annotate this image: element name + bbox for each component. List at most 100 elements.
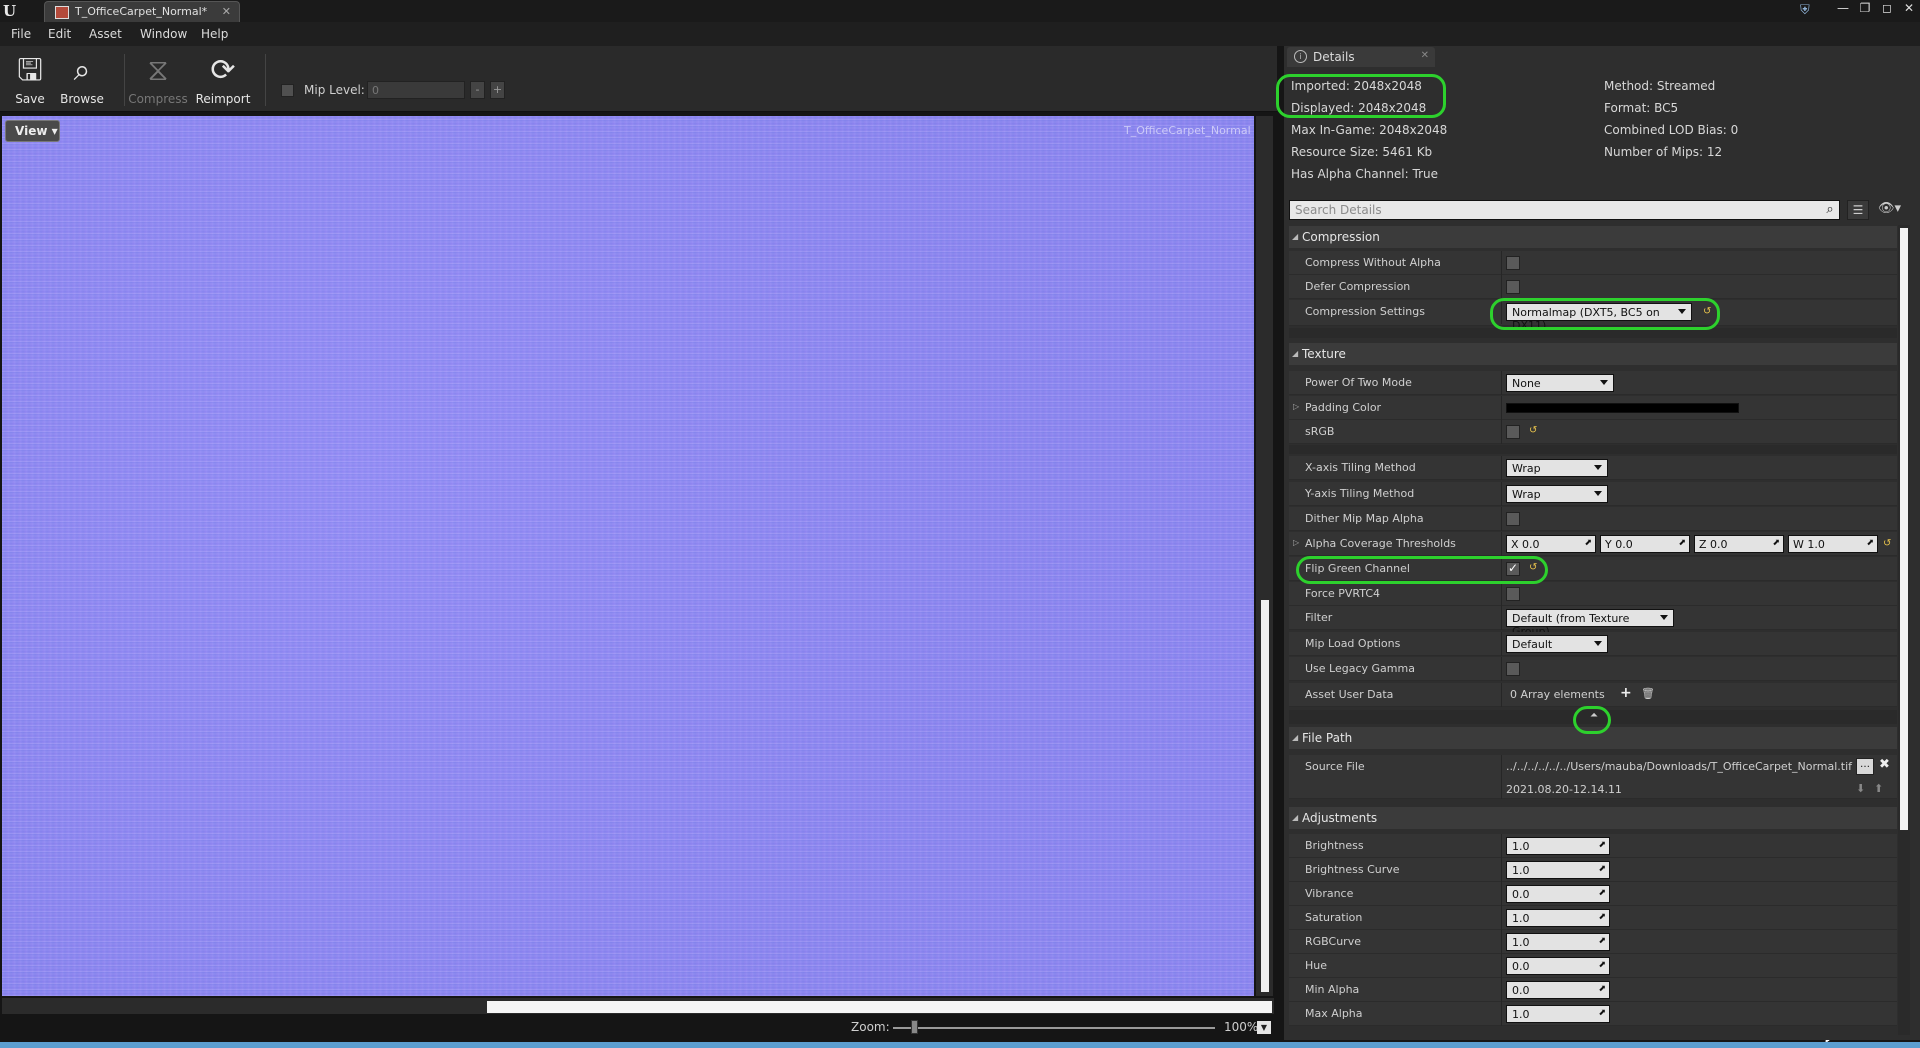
max-alpha-value: 1.0 xyxy=(1512,1008,1530,1021)
minimize-button[interactable]: — xyxy=(1832,1,1854,17)
alpha-coverage-z-input[interactable]: Z 0.0 ⬈ xyxy=(1694,535,1784,553)
filter-dropdown[interactable]: Default (from Texture Group) xyxy=(1506,609,1674,638)
save-label: Save xyxy=(15,92,45,106)
browse-dots-icon[interactable]: … xyxy=(1856,758,1874,775)
info-max-in-game: Max In-Game: 2048x2048 xyxy=(1291,123,1448,137)
expand-icon[interactable]: ▷ xyxy=(1293,402,1299,411)
row-saturation: Saturation 1.0 ⬈ xyxy=(1289,906,1897,930)
property-label: Filter xyxy=(1305,611,1333,624)
details-tab-close-icon[interactable]: ✕ xyxy=(1421,50,1429,61)
hue-input[interactable]: 0.0 ⬈ xyxy=(1506,957,1610,975)
zoom-slider-handle[interactable] xyxy=(911,1020,918,1034)
source-file-path: ../../../../../../Users/mauba/Downloads/… xyxy=(1506,760,1853,773)
max-alpha-input[interactable]: 1.0 ⬈ xyxy=(1506,1005,1610,1023)
list-view-icon[interactable]: ☰ xyxy=(1847,200,1869,220)
spin-icon: ⬈ xyxy=(1598,960,1606,970)
details-tab[interactable]: i Details ✕ xyxy=(1287,47,1435,67)
clear-icon[interactable]: ✖ xyxy=(1879,757,1890,772)
expand-icon[interactable]: ▷ xyxy=(1293,538,1299,547)
collapse-icon: ◢ xyxy=(1292,232,1299,241)
rgbcurve-input[interactable]: 1.0 ⬈ xyxy=(1506,933,1610,951)
x-tiling-dropdown[interactable]: Wrap xyxy=(1506,459,1608,477)
zoom-menu-button[interactable]: ▼ xyxy=(1257,1021,1271,1034)
browse-button[interactable]: ⌕ Browse xyxy=(52,50,112,108)
search-details-input[interactable]: Search Details xyxy=(1289,200,1840,220)
defer-compression-checkbox[interactable] xyxy=(1506,280,1520,294)
texture-viewport[interactable] xyxy=(2,116,1254,996)
property-label: Compress Without Alpha xyxy=(1305,256,1441,269)
search-icon[interactable]: ⌕ xyxy=(1821,201,1839,219)
category-adjustments[interactable]: ◢ Adjustments xyxy=(1289,807,1897,829)
menu-file[interactable]: File xyxy=(11,27,31,41)
y-tiling-dropdown[interactable]: Wrap xyxy=(1506,485,1608,503)
compress-without-alpha-checkbox[interactable] xyxy=(1506,256,1520,270)
close-window-button[interactable]: ✕ xyxy=(1898,1,1920,17)
srgb-checkbox[interactable] xyxy=(1506,425,1520,439)
property-label: Defer Compression xyxy=(1305,280,1411,293)
alpha-coverage-x-input[interactable]: X 0.0 ⬈ xyxy=(1506,535,1596,553)
save-button[interactable]: 🖫 Save xyxy=(0,50,60,108)
min-alpha-input[interactable]: 0.0 ⬈ xyxy=(1506,981,1610,999)
viewport-asset-name: T_OfficeCarpet_Normal xyxy=(1124,124,1251,137)
mip-increment-button[interactable]: + xyxy=(490,81,505,99)
move-down-icon[interactable]: ⬇ xyxy=(1856,782,1865,795)
texture-asset-icon xyxy=(55,6,69,19)
compress-button[interactable]: ⧖ Compress xyxy=(128,50,188,108)
property-label: Use Legacy Gamma xyxy=(1305,662,1415,675)
details-scroll-thumb[interactable] xyxy=(1900,228,1908,830)
saturation-value: 1.0 xyxy=(1512,912,1530,925)
menu-window[interactable]: Window xyxy=(140,27,187,41)
zoom-slider[interactable] xyxy=(893,1027,1215,1029)
dither-checkbox[interactable] xyxy=(1506,512,1520,526)
padding-color-swatch[interactable] xyxy=(1506,403,1739,413)
tab-close-icon[interactable]: ✕ xyxy=(222,5,231,18)
restore-button[interactable]: ❐ xyxy=(1854,1,1876,17)
saturation-input[interactable]: 1.0 ⬈ xyxy=(1506,909,1610,927)
add-icon[interactable]: + xyxy=(1620,685,1632,701)
maximize-button[interactable]: ◻ xyxy=(1876,1,1898,17)
row-power-of-two-mode: Power Of Two Mode None xyxy=(1289,371,1897,395)
document-tab[interactable]: T_OfficeCarpet_Normal* ✕ xyxy=(44,1,240,22)
row-brightness: Brightness 1.0 ⬈ xyxy=(1289,834,1897,858)
property-label: Padding Color xyxy=(1305,401,1382,414)
row-vibrance: Vibrance 0.0 ⬈ xyxy=(1289,882,1897,906)
mip-level-input[interactable]: 0 xyxy=(367,81,465,99)
spin-icon: ⬈ xyxy=(1598,840,1606,850)
trash-icon[interactable]: 🗑 xyxy=(1641,687,1655,700)
category-texture[interactable]: ◢ Texture xyxy=(1289,343,1897,365)
column-divider xyxy=(1501,978,1502,1002)
column-divider xyxy=(1501,755,1502,799)
alpha-coverage-w-input[interactable]: W 1.0 ⬈ xyxy=(1788,535,1878,553)
mip-load-dropdown[interactable]: Default xyxy=(1506,635,1608,653)
eye-icon[interactable]: 👁▾ xyxy=(1878,201,1901,216)
mip-decrement-button[interactable]: - xyxy=(470,81,485,99)
row-compress-without-alpha: Compress Without Alpha xyxy=(1289,251,1897,275)
browse-label: Browse xyxy=(60,92,104,106)
reimport-button[interactable]: ⟳ Reimport xyxy=(193,50,253,108)
vibrance-input[interactable]: 0.0 ⬈ xyxy=(1506,885,1610,903)
spin-icon: ⬈ xyxy=(1598,912,1606,922)
power-of-two-dropdown[interactable]: None xyxy=(1506,374,1614,392)
chevron-down-icon xyxy=(1594,641,1602,646)
view-menu-button[interactable]: View ▾ xyxy=(5,120,60,142)
menu-edit[interactable]: Edit xyxy=(48,27,71,41)
brightness-input[interactable]: 1.0 ⬈ xyxy=(1506,837,1610,855)
viewport-vertical-scroll-thumb[interactable] xyxy=(1261,600,1269,992)
y-tiling-value: Wrap xyxy=(1512,488,1541,501)
viewport-horizontal-scroll-thumb[interactable] xyxy=(487,1001,1272,1013)
legacy-gamma-checkbox[interactable] xyxy=(1506,662,1520,676)
menu-help[interactable]: Help xyxy=(201,27,228,41)
mip-level-checkbox[interactable] xyxy=(281,84,294,97)
brightness-curve-input[interactable]: 1.0 ⬈ xyxy=(1506,861,1610,879)
force-pvrtc4-checkbox[interactable] xyxy=(1506,587,1520,601)
document-tab-label: T_OfficeCarpet_Normal* xyxy=(75,5,208,18)
alpha-coverage-y-input[interactable]: Y 0.0 ⬈ xyxy=(1600,535,1690,553)
category-compression[interactable]: ◢ Compression xyxy=(1289,226,1897,248)
column-divider xyxy=(1501,1002,1502,1026)
reset-arrow-icon[interactable]: ↺ xyxy=(1529,425,1537,436)
reset-arrow-icon[interactable]: ↺ xyxy=(1883,538,1891,549)
notification-icon[interactable]: ⛨ xyxy=(1800,3,1810,18)
move-up-icon[interactable]: ⬆ xyxy=(1874,782,1883,795)
menu-asset[interactable]: Asset xyxy=(89,27,122,41)
spin-icon: ⬈ xyxy=(1598,864,1606,874)
